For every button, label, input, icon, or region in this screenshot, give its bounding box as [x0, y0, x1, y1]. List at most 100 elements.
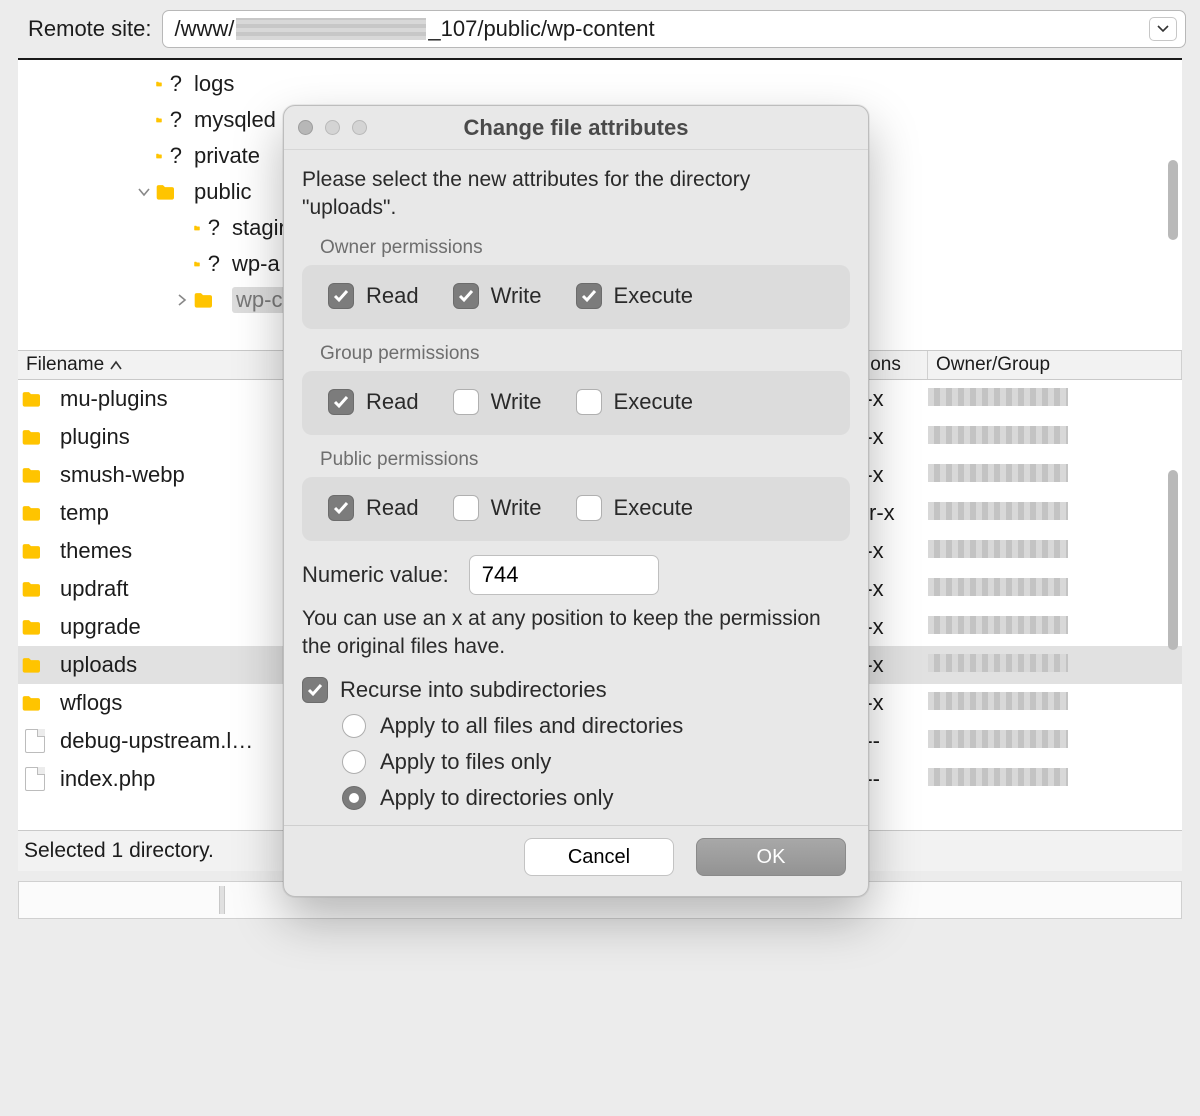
- checkbox-label: Execute: [614, 389, 694, 415]
- folder-icon: [22, 426, 48, 448]
- folder-icon: [22, 540, 48, 562]
- checkbox-icon: [576, 389, 602, 415]
- file-owner: [928, 690, 1182, 716]
- folder-icon: [194, 289, 220, 311]
- radio-label: Apply to directories only: [380, 785, 614, 811]
- tree-scrollbar[interactable]: [1166, 160, 1180, 340]
- file-owner: [928, 766, 1182, 792]
- scrollbar-thumb[interactable]: [1168, 160, 1178, 240]
- checkbox-icon: [302, 677, 328, 703]
- zoom-icon[interactable]: [352, 120, 367, 135]
- checkbox-label: Write: [491, 283, 542, 309]
- public-write-checkbox[interactable]: Write: [453, 495, 542, 521]
- public-execute-checkbox[interactable]: Execute: [576, 495, 694, 521]
- owner-write-checkbox[interactable]: Write: [453, 283, 542, 309]
- folder-icon: [22, 502, 48, 524]
- owner-permissions-title: Owner permissions: [320, 237, 850, 259]
- file-owner: [928, 386, 1182, 412]
- apply-files-radio[interactable]: Apply to files only: [342, 749, 850, 775]
- ok-button[interactable]: OK: [696, 838, 846, 876]
- minimize-icon[interactable]: [325, 120, 340, 135]
- recurse-label: Recurse into subdirectories: [340, 677, 607, 703]
- dialog-title: Change file attributes: [284, 115, 868, 141]
- tree-item-label: mysqled: [194, 107, 276, 133]
- owner-execute-checkbox[interactable]: Execute: [576, 283, 694, 309]
- checkbox-label: Read: [366, 389, 419, 415]
- column-owner-group[interactable]: Owner/Group: [928, 351, 1182, 379]
- splitter-handle[interactable]: [219, 886, 225, 914]
- radio-label: Apply to files only: [380, 749, 551, 775]
- folder-icon: [22, 654, 48, 676]
- checkbox-icon: [328, 389, 354, 415]
- sort-asc-icon: [110, 360, 122, 370]
- folder-unknown-icon: ?: [156, 73, 182, 95]
- folder-unknown-icon: ?: [194, 217, 220, 239]
- numeric-hint: You can use an x at any position to keep…: [302, 605, 850, 662]
- chevron-right-icon[interactable]: [170, 294, 194, 306]
- public-read-checkbox[interactable]: Read: [328, 495, 419, 521]
- remote-path-dropdown-button[interactable]: [1149, 17, 1177, 41]
- checkbox-label: Write: [491, 495, 542, 521]
- folder-icon: [22, 578, 48, 600]
- file-owner: [928, 538, 1182, 564]
- group-read-checkbox[interactable]: Read: [328, 389, 419, 415]
- tree-item-label: wp-c: [232, 287, 286, 313]
- file-name-label: themes: [60, 538, 132, 564]
- folder-unknown-icon: ?: [156, 145, 182, 167]
- filelist-scrollbar[interactable]: [1166, 470, 1180, 790]
- group-execute-checkbox[interactable]: Execute: [576, 389, 694, 415]
- checkbox-label: Read: [366, 495, 419, 521]
- group-write-checkbox[interactable]: Write: [453, 389, 542, 415]
- file-name-label: uploads: [60, 652, 137, 678]
- file-icon: [22, 730, 48, 752]
- folder-icon: [22, 388, 48, 410]
- app-window: Remote site: /www/_107/public/wp-content…: [0, 0, 1200, 1116]
- owner-read-checkbox[interactable]: Read: [328, 283, 419, 309]
- folder-icon: [22, 464, 48, 486]
- file-icon: [22, 768, 48, 790]
- folder-icon: [156, 181, 182, 203]
- chevron-down-icon[interactable]: [132, 187, 156, 197]
- tree-item-label: wp-a: [232, 251, 280, 277]
- checkbox-label: Execute: [614, 495, 694, 521]
- file-name-label: plugins: [60, 424, 130, 450]
- scrollbar-thumb[interactable]: [1168, 470, 1178, 650]
- checkbox-label: Execute: [614, 283, 694, 309]
- file-name-label: wflogs: [60, 690, 122, 716]
- checkbox-icon: [328, 283, 354, 309]
- file-name-label: debug-upstream.l…: [60, 728, 253, 754]
- dialog-intro: Please select the new attributes for the…: [302, 166, 850, 223]
- public-permissions-group: Public permissions Read Write Execute: [302, 449, 850, 541]
- folder-unknown-icon: ?: [156, 109, 182, 131]
- recurse-checkbox[interactable]: Recurse into subdirectories: [302, 677, 607, 703]
- radio-label: Apply to all files and directories: [380, 713, 683, 739]
- dialog-separator: [284, 825, 868, 826]
- folder-icon: [22, 692, 48, 714]
- remote-path-combobox[interactable]: /www/_107/public/wp-content: [162, 10, 1187, 48]
- group-permissions-title: Group permissions: [320, 343, 850, 365]
- close-icon[interactable]: [298, 120, 313, 135]
- window-controls[interactable]: [298, 120, 367, 135]
- redacted-mask: [236, 18, 426, 40]
- file-name-label: index.php: [60, 766, 155, 792]
- change-attributes-dialog: Change file attributes Please select the…: [283, 105, 869, 897]
- public-permissions-title: Public permissions: [320, 449, 850, 471]
- dialog-titlebar[interactable]: Change file attributes: [284, 106, 868, 150]
- apply-dirs-radio[interactable]: Apply to directories only: [342, 785, 850, 811]
- tree-item-label: private: [194, 143, 260, 169]
- owner-permissions-group: Owner permissions Read Write Execute: [302, 237, 850, 329]
- file-owner: [928, 652, 1182, 678]
- checkbox-icon: [328, 495, 354, 521]
- tree-item[interactable]: ?logs: [18, 66, 1182, 102]
- file-name-label: mu-plugins: [60, 386, 168, 412]
- tree-item-label: public: [194, 179, 251, 205]
- file-name-label: updraft: [60, 576, 129, 602]
- checkbox-label: Read: [366, 283, 419, 309]
- folder-icon: [22, 616, 48, 638]
- apply-all-radio[interactable]: Apply to all files and directories: [342, 713, 850, 739]
- numeric-value-input[interactable]: [469, 555, 659, 595]
- checkbox-icon: [576, 495, 602, 521]
- cancel-button[interactable]: Cancel: [524, 838, 674, 876]
- numeric-value-label: Numeric value:: [302, 562, 449, 588]
- remote-site-row: Remote site: /www/_107/public/wp-content: [0, 0, 1200, 58]
